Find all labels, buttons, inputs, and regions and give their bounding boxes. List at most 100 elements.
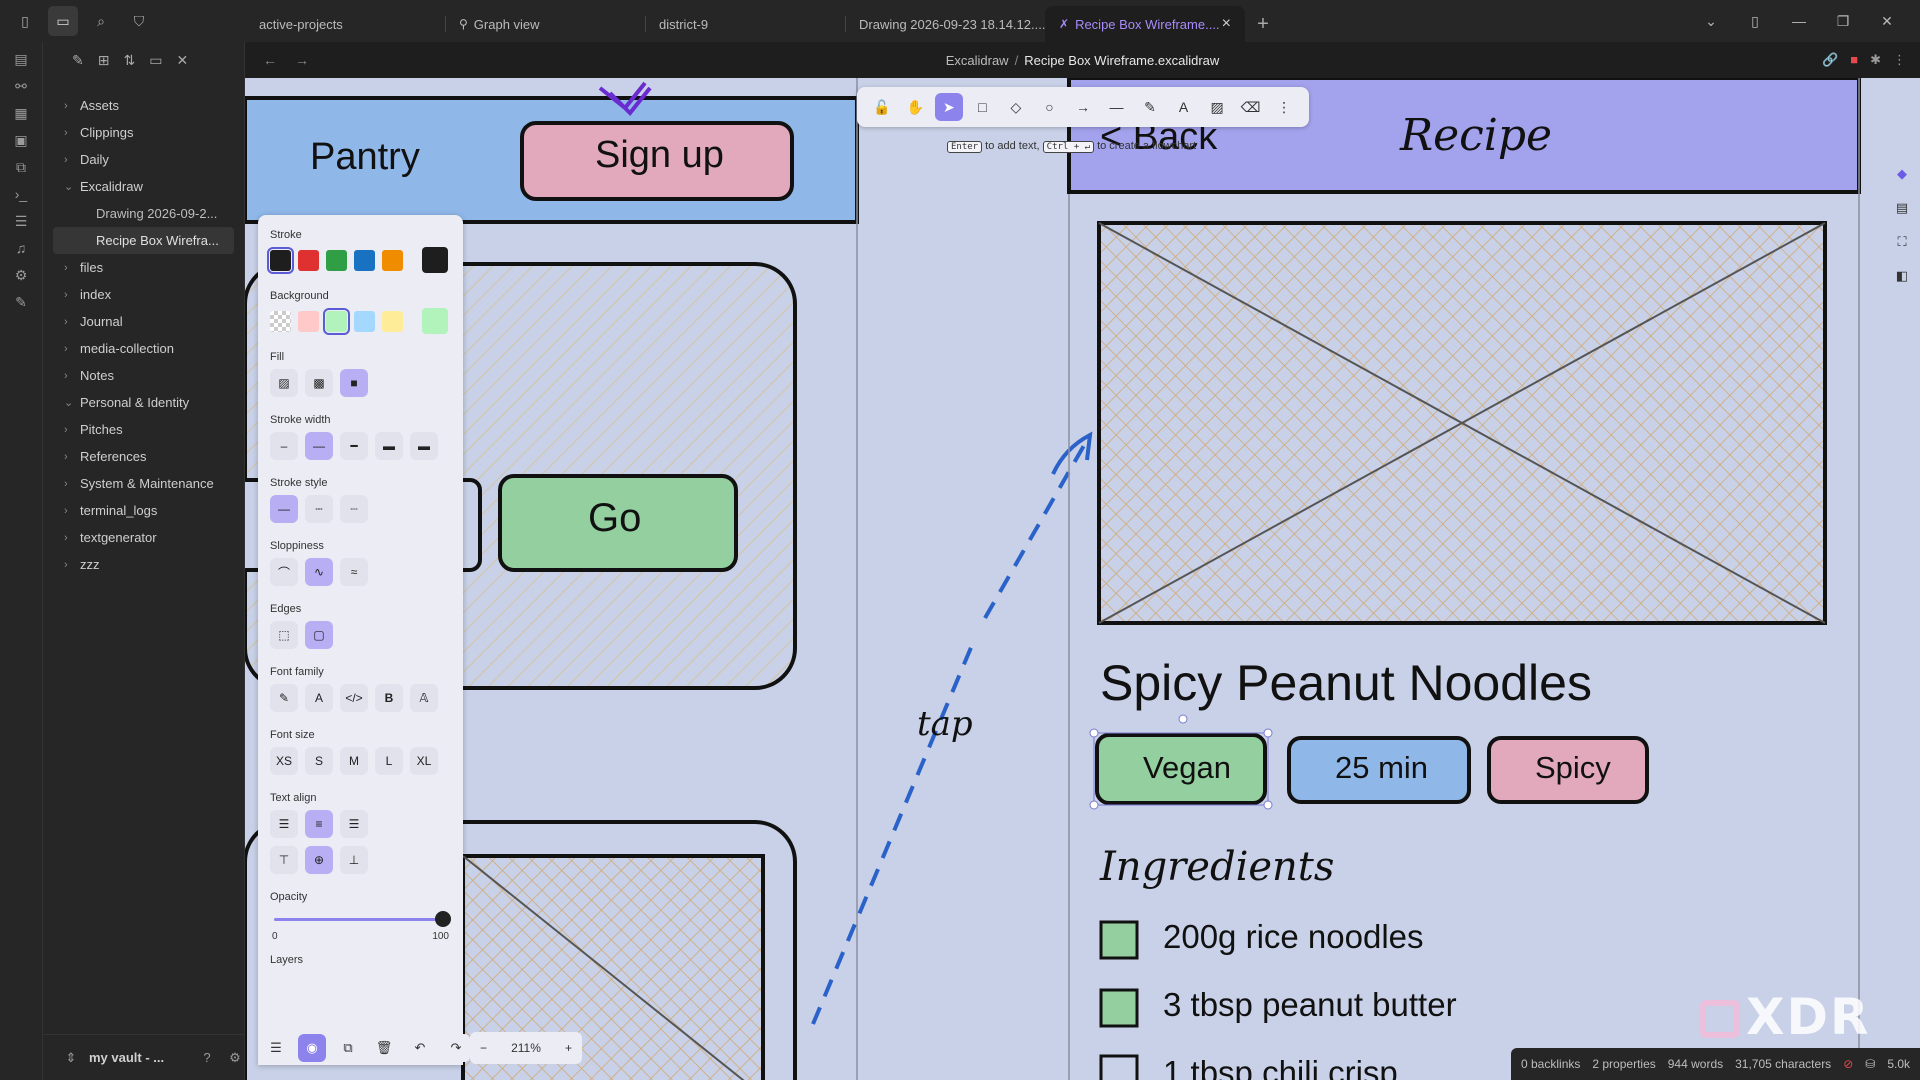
stroke-dotted-icon[interactable]: ┈	[340, 495, 368, 523]
sloppiness-cartoonist-icon[interactable]: ≈	[340, 558, 368, 586]
fill-crosshatch-icon[interactable]: ▩	[305, 369, 333, 397]
tree-folder-excalidraw[interactable]: ⌄ Excalidraw	[43, 173, 244, 200]
sort-icon[interactable]: ⇅	[123, 52, 135, 69]
tree-folder-references[interactable]: › References	[43, 443, 244, 470]
new-note-icon[interactable]: ✎	[72, 52, 84, 69]
eraser-tool-icon[interactable]: ⌫	[1237, 93, 1265, 121]
sloppiness-architect-icon[interactable]: ⌒	[270, 558, 298, 586]
tab-graph-view[interactable]: ⚲ Graph view	[445, 6, 645, 42]
tab-list-icon[interactable]: ⌄	[1696, 13, 1726, 30]
tab-drawing[interactable]: Drawing 2026-09-23 18.14.12....	[845, 6, 1045, 42]
bg-swatch-transparent[interactable]	[270, 310, 291, 332]
collapse-all-icon[interactable]: ✕	[176, 52, 188, 69]
delete-icon[interactable]: 🗑	[370, 1034, 398, 1062]
selection-tool-icon[interactable]: ➤	[934, 93, 963, 121]
vault-switcher[interactable]: ⇕ my vault - ... ? ⚙	[43, 1034, 245, 1080]
align-center-icon[interactable]: ≡	[305, 810, 333, 838]
more-tools-icon[interactable]: ⋮	[1270, 93, 1298, 121]
tree-file-drawing[interactable]: Drawing 2026-09-2...	[43, 200, 244, 227]
lock-icon[interactable]: 🔓	[868, 93, 896, 121]
files-icon[interactable]: ▭	[48, 6, 78, 36]
zoom-out-button[interactable]: −	[480, 1041, 487, 1055]
excalidraw-ribbon-icon[interactable]: ✎	[7, 293, 35, 311]
stroke-swatch-blue[interactable]	[354, 249, 375, 271]
close-window-icon[interactable]: ✕	[1872, 13, 1902, 30]
tree-folder-daily[interactable]: › Daily	[43, 146, 244, 173]
tree-folder-journal[interactable]: › Journal	[43, 308, 244, 335]
font-size-s[interactable]: S	[305, 747, 333, 775]
stroke-solid-icon[interactable]: —	[270, 495, 298, 523]
link-icon[interactable]: 🔗	[1822, 52, 1838, 68]
more-options-icon[interactable]: ⋮	[1893, 52, 1906, 68]
font-size-l[interactable]: L	[375, 747, 403, 775]
forward-arrow-icon[interactable]: →	[295, 52, 309, 68]
bg-current-color[interactable]	[422, 308, 448, 334]
align-left-icon[interactable]: ☰	[270, 810, 298, 838]
breadcrumb-file[interactable]: Recipe Box Wireframe.excalidraw	[1024, 53, 1219, 68]
fullscreen-icon[interactable]: ⛶	[1897, 234, 1906, 250]
open-quick-switcher-icon[interactable]: ▤	[7, 50, 35, 68]
bg-swatch-blue[interactable]	[354, 310, 375, 332]
duplicate-icon[interactable]: ⧉	[334, 1034, 362, 1062]
audio-icon[interactable]: ♫	[7, 239, 35, 257]
tree-folder-media-collection[interactable]: › media-collection	[43, 335, 244, 362]
menu-icon[interactable]: ☰	[262, 1034, 290, 1062]
font-size-xs[interactable]: XS	[270, 747, 298, 775]
zoom-in-button[interactable]: +	[565, 1041, 572, 1055]
settings-icon[interactable]: ⚙	[225, 1050, 245, 1066]
new-tab-button[interactable]: +	[1245, 6, 1281, 42]
font-size-xl[interactable]: XL	[410, 747, 438, 775]
valign-top-icon[interactable]: ⊤	[270, 846, 298, 874]
help-icon[interactable]: ?	[197, 1050, 217, 1065]
stroke-width-regular-icon[interactable]: —	[305, 432, 333, 460]
font-handdrawn-icon[interactable]: ✎	[270, 684, 298, 712]
draw-tool-icon[interactable]: ✎	[1136, 93, 1164, 121]
tab-district-9[interactable]: district-9	[645, 6, 845, 42]
stroke-width-bold-icon[interactable]: ━	[340, 432, 368, 460]
font-more-icon[interactable]: 𝔸	[410, 684, 438, 712]
stroke-swatch-red[interactable]	[298, 249, 319, 271]
fill-solid-icon[interactable]: ■	[340, 369, 368, 397]
tree-file-recipe-box[interactable]: Recipe Box Wirefra...	[53, 227, 234, 254]
bg-swatch-green[interactable]	[323, 307, 350, 335]
text-tool-icon[interactable]: A	[1170, 93, 1198, 121]
breadcrumb-folder[interactable]: Excalidraw	[946, 53, 1009, 68]
palette-icon[interactable]: ◉	[298, 1034, 326, 1062]
tree-folder-assets[interactable]: › Assets	[43, 92, 244, 119]
hand-tool-icon[interactable]: ✋	[901, 93, 929, 121]
close-tab-icon[interactable]: ×	[1222, 15, 1231, 33]
tree-folder-clippings[interactable]: › Clippings	[43, 119, 244, 146]
line-tool-icon[interactable]: —	[1102, 93, 1130, 121]
obsidian-tools-icon[interactable]: ◆	[1897, 166, 1907, 182]
tree-folder-pitches[interactable]: › Pitches	[43, 416, 244, 443]
valign-middle-icon[interactable]: ⊕	[305, 846, 333, 874]
tree-folder-notes[interactable]: › Notes	[43, 362, 244, 389]
image-tool-icon[interactable]: ▨	[1203, 93, 1231, 121]
arrow-tool-icon[interactable]: →	[1069, 93, 1097, 121]
daily-note-icon[interactable]: ▣	[7, 131, 35, 149]
align-right-icon[interactable]: ☰	[340, 810, 368, 838]
font-bold-icon[interactable]: B	[375, 684, 403, 712]
diamond-tool-icon[interactable]: ◇	[1002, 93, 1030, 121]
templates-icon[interactable]: ⧉	[7, 158, 35, 176]
sidebar-toggle-icon[interactable]: ▯	[10, 6, 40, 36]
ellipse-tool-icon[interactable]: ○	[1035, 93, 1063, 121]
bg-swatch-yellow[interactable]	[382, 310, 403, 332]
backlinks-count[interactable]: 0 backlinks	[1521, 1057, 1580, 1071]
tree-folder-personal[interactable]: ⌄ Personal & Identity	[43, 389, 244, 416]
stroke-width-bolder-icon[interactable]: ▬	[375, 432, 403, 460]
tree-folder-system[interactable]: › System & Maintenance	[43, 470, 244, 497]
opacity-knob[interactable]	[435, 911, 451, 927]
graph-view-icon[interactable]: ⚯	[7, 77, 35, 95]
open-markdown-icon[interactable]: ▤	[1896, 200, 1908, 216]
edges-round-icon[interactable]: ▢	[305, 621, 333, 649]
excalidraw-canvas[interactable]: Pantry Sign up Go tap < Back Recipe Spic…	[245, 78, 1920, 1080]
stroke-swatch-orange[interactable]	[382, 249, 403, 271]
tree-folder-index[interactable]: › index	[43, 281, 244, 308]
search-icon[interactable]: ⌕	[86, 6, 116, 36]
sidepanel-icon[interactable]: ◧	[1896, 268, 1908, 284]
tree-folder-zzz[interactable]: › zzz	[43, 551, 244, 578]
stroke-dashed-icon[interactable]: ┄	[305, 495, 333, 523]
stroke-swatch-black[interactable]	[267, 246, 294, 274]
save-icon[interactable]: ■	[1850, 52, 1858, 68]
